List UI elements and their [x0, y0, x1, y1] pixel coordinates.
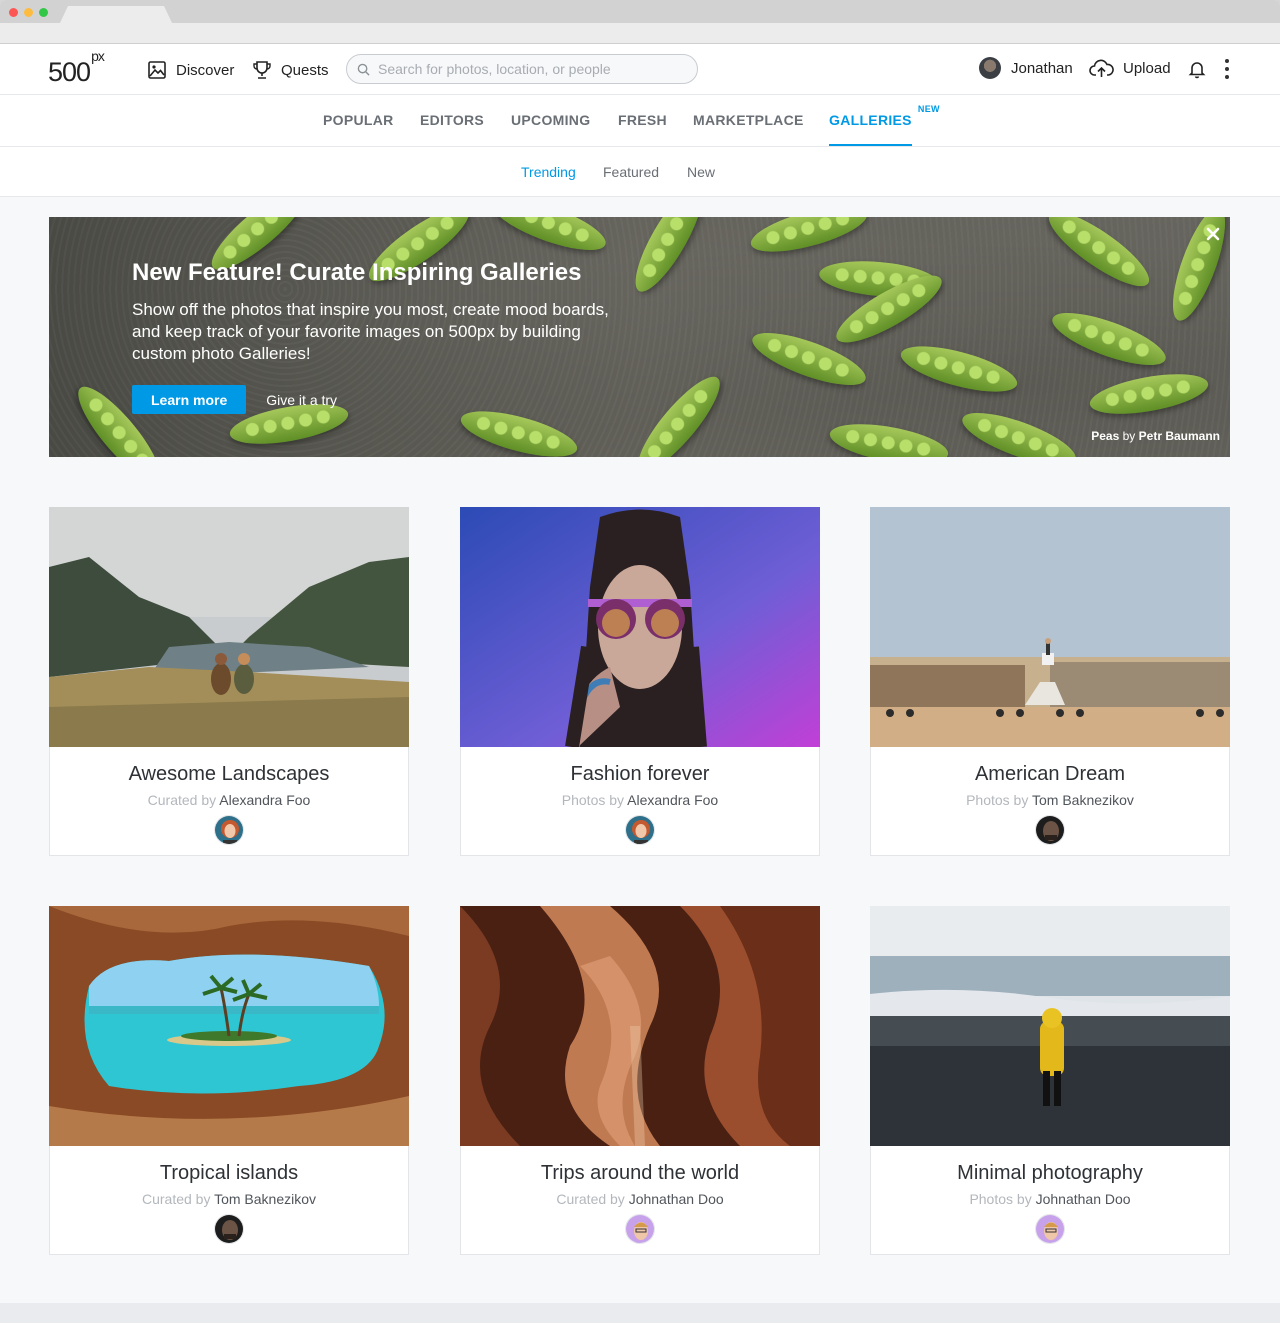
author-avatar[interactable]	[625, 1214, 655, 1244]
subtab-new[interactable]: New	[687, 164, 715, 180]
gallery-card[interactable]: Trips around the world Curated by Johnat…	[460, 906, 820, 1255]
tab-editors[interactable]: EDITORS	[420, 112, 484, 128]
author-avatar[interactable]	[625, 815, 655, 845]
gallery-cover-photo	[49, 507, 409, 747]
gallery-card[interactable]: Minimal photography Photos by Johnathan …	[870, 906, 1230, 1255]
author-avatar[interactable]	[214, 1214, 244, 1244]
gallery-byline: Curated by Johnathan Doo	[461, 1191, 819, 1207]
bell-icon[interactable]	[1187, 59, 1207, 79]
author-avatar[interactable]	[1035, 1214, 1065, 1244]
logo-text: 500	[48, 57, 91, 87]
byline-author[interactable]: Alexandra Foo	[627, 792, 718, 808]
gallery-card[interactable]: Tropical islands Curated by Tom Baknezik…	[49, 906, 409, 1255]
gallery-byline: Photos by Johnathan Doo	[871, 1191, 1229, 1207]
browser-toolbar	[0, 23, 1280, 44]
gallery-cover-photo	[870, 906, 1230, 1146]
title-bar	[0, 0, 1280, 23]
author-avatar[interactable]	[214, 815, 244, 845]
byline-author[interactable]: Tom Baknezikov	[1032, 792, 1134, 808]
sub-tabs: Trending Featured New	[0, 147, 1280, 197]
close-window-button[interactable]	[9, 8, 18, 17]
subtab-featured[interactable]: Featured	[603, 164, 659, 180]
search-box	[346, 54, 698, 84]
gallery-card[interactable]: American Dream Photos by Tom Baknezikov	[870, 507, 1230, 856]
photo-credit: Peas by Petr Baumann	[1091, 429, 1220, 443]
tab-galleries[interactable]: GALLERIES NEW	[829, 104, 940, 146]
byline-prefix: Photos by	[561, 792, 625, 808]
discover-link[interactable]: Discover	[147, 60, 234, 80]
gallery-title: Awesome Landscapes	[128, 763, 330, 785]
author-avatar[interactable]	[1035, 815, 1065, 845]
gallery-card[interactable]: Awesome Landscapes Curated by Alexandra …	[49, 507, 409, 856]
tab-fresh[interactable]: FRESH	[618, 112, 667, 128]
search-input[interactable]	[378, 61, 678, 77]
site-logo[interactable]: 500px	[48, 48, 105, 88]
byline-author[interactable]: Johnathan Doo	[629, 1191, 724, 1207]
credit-by: by	[1122, 429, 1136, 443]
trophy-icon	[253, 61, 271, 79]
user-name: Jonathan	[1011, 59, 1073, 77]
banner-title: New Feature! Curate Inspiring Galleries	[132, 259, 582, 286]
new-badge: NEW	[917, 104, 940, 114]
feature-banner: New Feature! Curate Inspiring Galleries …	[49, 217, 1230, 457]
more-vertical-icon[interactable]	[1220, 57, 1234, 81]
gallery-cover-photo	[460, 906, 820, 1146]
tab-popular[interactable]: POPULAR	[323, 112, 394, 128]
gallery-title: American Dream	[974, 763, 1126, 785]
minimize-window-button[interactable]	[24, 8, 33, 17]
tab-marketplace[interactable]: MARKETPLACE	[693, 112, 804, 128]
upload-cloud-icon	[1089, 59, 1114, 77]
byline-prefix: Curated by	[556, 1191, 625, 1207]
gallery-card[interactable]: Fashion forever Photos by Alexandra Foo	[460, 507, 820, 856]
quests-label: Quests	[281, 61, 329, 79]
user-menu[interactable]: Jonathan	[979, 57, 1073, 79]
gallery-title: Minimal photography	[957, 1162, 1143, 1184]
banner-content: New Feature! Curate Inspiring Galleries …	[132, 259, 612, 414]
gallery-byline: Curated by Alexandra Foo	[50, 792, 408, 808]
search-icon	[357, 63, 370, 76]
user-avatar	[979, 57, 1001, 79]
credit-photo-title[interactable]: Peas	[1091, 429, 1119, 443]
quests-link[interactable]: Quests	[252, 60, 329, 80]
footer-strip	[0, 1303, 1280, 1323]
gallery-byline: Photos by Tom Baknezikov	[871, 792, 1229, 808]
byline-author[interactable]: Johnathan Doo	[1036, 1191, 1131, 1207]
byline-prefix: Curated by	[147, 792, 217, 808]
banner-actions: Learn more Give it a try	[132, 385, 612, 414]
byline-prefix: Curated by	[141, 1191, 211, 1207]
active-tab-underline	[829, 144, 912, 146]
image-icon	[148, 61, 166, 79]
give-it-a-try-link[interactable]: Give it a try	[266, 392, 337, 408]
byline-prefix: Photos by	[969, 1191, 1032, 1207]
gallery-byline: Photos by Alexandra Foo	[461, 792, 819, 808]
discover-label: Discover	[176, 61, 235, 79]
byline-prefix: Photos by	[966, 792, 1029, 808]
browser-tab[interactable]	[60, 6, 172, 23]
credit-author[interactable]: Petr Baumann	[1139, 429, 1220, 443]
gallery-cover-photo	[870, 507, 1230, 747]
byline-author[interactable]: Tom Baknezikov	[214, 1191, 316, 1207]
tab-upcoming[interactable]: UPCOMING	[511, 112, 590, 128]
maximize-window-button[interactable]	[39, 8, 48, 17]
gallery-title: Trips around the world	[540, 1162, 740, 1184]
gallery-title: Tropical islands	[159, 1162, 299, 1184]
gallery-cover-photo	[460, 507, 820, 747]
section-tabs: POPULAR EDITORS UPCOMING FRESH MARKETPLA…	[0, 95, 1280, 147]
browser-chrome	[0, 0, 1280, 44]
tab-galleries-label: GALLERIES	[829, 112, 912, 128]
learn-more-button[interactable]: Learn more	[132, 385, 247, 414]
byline-author[interactable]: Alexandra Foo	[219, 792, 310, 808]
top-navigation: 500px Discover Quests Jonathan Upload	[0, 44, 1280, 95]
upload-button[interactable]: Upload	[1089, 57, 1171, 79]
banner-description: Show off the photos that inspire you mos…	[132, 300, 609, 363]
gallery-cover-photo	[49, 906, 409, 1146]
logo-superscript: px	[91, 48, 105, 64]
close-icon[interactable]	[1204, 225, 1222, 243]
browser-window: 500px Discover Quests Jonathan Upload PO…	[0, 0, 1280, 1323]
gallery-title: Fashion forever	[570, 763, 710, 785]
subtab-trending[interactable]: Trending	[521, 164, 576, 180]
gallery-byline: Curated by Tom Baknezikov	[50, 1191, 408, 1207]
upload-label: Upload	[1123, 59, 1171, 77]
